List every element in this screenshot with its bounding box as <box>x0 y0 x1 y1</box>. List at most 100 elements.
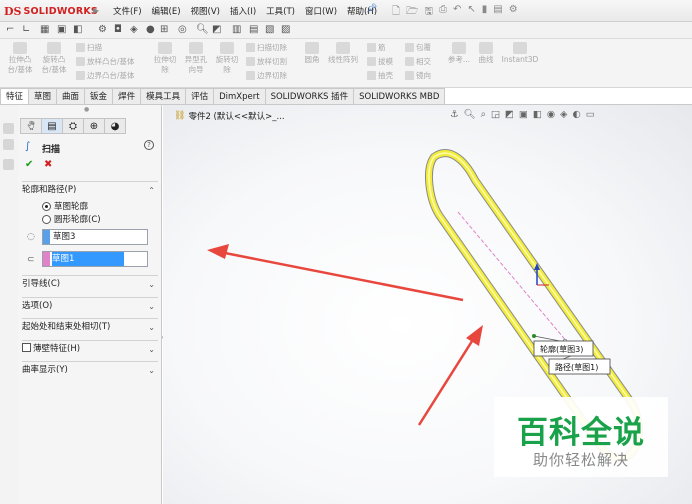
profile-callout[interactable]: 轮廓(草图3) <box>533 340 594 357</box>
radio-unchecked-icon[interactable] <box>42 214 51 224</box>
path-callout[interactable]: 路径(草图1) <box>548 358 611 375</box>
point-icon[interactable]: ● <box>146 24 155 35</box>
tab-mbd[interactable]: SOLIDWORKS MBD <box>354 88 446 105</box>
save-icon[interactable]: 🖫 <box>424 4 433 21</box>
options-gear-icon[interactable]: ⚙ <box>509 4 518 21</box>
revolve-cut-button[interactable]: 旋转切 除 <box>212 42 242 75</box>
display-style-icon[interactable]: ◧ <box>533 109 542 120</box>
previous-view-icon[interactable]: ◲ <box>491 109 500 120</box>
zoom-icon[interactable]: 🔍︎ <box>196 24 209 35</box>
ok-check-icon[interactable]: ✔ <box>25 159 33 170</box>
feature-tree-icon[interactable] <box>3 123 14 134</box>
boundary-cut-button[interactable]: 边界切除 <box>246 70 287 81</box>
pin-menu-icon[interactable]: 📌︎ <box>366 4 377 14</box>
profile-selection-box[interactable]: 草图3 <box>42 229 148 245</box>
sweep-boss-button[interactable]: 扫描 <box>76 42 102 53</box>
section-icon[interactable]: ◩ <box>212 24 221 35</box>
chevron-down-icon[interactable]: ⌄ <box>148 341 155 358</box>
radio-circular-profile[interactable]: 圆形轮廓(C) <box>42 213 101 225</box>
print-icon[interactable]: ⎙ <box>439 4 447 21</box>
chevron-down-icon[interactable]: ⌄ <box>148 298 155 315</box>
measure-icon[interactable]: ◎ <box>178 24 187 35</box>
menu-edit[interactable]: 编辑(E) <box>147 4 186 18</box>
cancel-x-icon[interactable]: ✖ <box>44 159 52 170</box>
axis-icon[interactable]: ⊞ <box>160 24 168 35</box>
section-profile-path[interactable]: 轮廓和路径(P) ⌃ <box>22 181 158 199</box>
sketch-icon[interactable]: ∟ <box>22 24 30 35</box>
reference-geometry-button[interactable]: 参考... <box>444 42 474 65</box>
zoom-area-icon[interactable]: ⌕ <box>481 109 486 120</box>
tab-sheet-metal[interactable]: 钣金 <box>85 88 114 105</box>
view-settings-icon[interactable]: ▭ <box>586 109 595 120</box>
zoom-to-fit-icon[interactable]: 🔍︎ <box>464 109 476 120</box>
help-icon[interactable]: ? <box>144 140 154 150</box>
shell-button[interactable]: 抽壳 <box>367 70 393 81</box>
instant3d-button[interactable]: Instant3D <box>500 42 540 65</box>
sketch-line-icon[interactable]: ⌐ <box>6 24 14 35</box>
rebuild-icon[interactable]: ▮ <box>482 4 488 21</box>
feature-manager-tab-icon[interactable]: 🖐︎ <box>20 118 42 134</box>
display-icon[interactable]: ▣ <box>57 24 66 35</box>
loft-boss-button[interactable]: 放样凸台/基体 <box>76 56 135 67</box>
plane-icon[interactable]: ◈ <box>130 24 138 35</box>
undo-icon[interactable]: ↶ <box>453 4 461 21</box>
wrap-button[interactable]: 包覆 <box>405 42 431 53</box>
new-document-icon[interactable]: 🗋 <box>392 4 400 21</box>
panel-grip-icon[interactable]: ● <box>84 106 89 113</box>
property-icon[interactable] <box>3 139 14 150</box>
boundary-boss-button[interactable]: 边界凸台/基体 <box>76 70 135 81</box>
chevron-down-icon[interactable]: ⌄ <box>148 276 155 293</box>
appearance-icon[interactable]: ◈ <box>560 109 567 120</box>
menu-file[interactable]: 文件(F) <box>108 4 147 18</box>
tab-mold-tools[interactable]: 模具工具 <box>141 88 187 105</box>
swept-cut-button[interactable]: 扫描切除 <box>246 42 287 53</box>
hole-wizard-button[interactable]: 异型孔 向导 <box>181 42 211 75</box>
drawing-icon[interactable]: ▤ <box>249 24 258 35</box>
menu-view[interactable]: 视图(V) <box>186 4 225 18</box>
anchor-icon[interactable]: ⚓︎ <box>450 109 459 120</box>
gear-settings-icon[interactable]: ⚙ <box>98 24 107 35</box>
chevron-down-icon[interactable]: ⌄ <box>148 362 155 379</box>
assembly-icon[interactable]: ▧ <box>265 24 274 35</box>
extrude-cut-button[interactable]: 拉伸切 除 <box>150 42 180 75</box>
file-properties-icon[interactable]: ▤ <box>493 4 502 21</box>
grid-icon[interactable]: ▦ <box>40 24 49 35</box>
tab-addins[interactable]: SOLIDWORKS 插件 <box>265 88 355 105</box>
select-icon[interactable]: ↖ <box>467 4 475 21</box>
draft-button[interactable]: 拔模 <box>367 56 393 67</box>
section-start-end-tangency[interactable]: 起始处和结束处相切(T) ⌄ <box>22 318 158 336</box>
breadcrumb[interactable]: ⛓ 零件2 (默认<<默认>_... <box>174 110 285 122</box>
radio-sketch-profile[interactable]: 草图轮廓 <box>42 200 88 212</box>
lofted-cut-button[interactable]: 放样切割 <box>246 56 287 67</box>
section-guide-curves[interactable]: 引导线(C) ⌄ <box>22 275 158 293</box>
settings-icon[interactable]: ▨ <box>281 24 290 35</box>
fillet-button[interactable]: 圆角 <box>300 42 324 65</box>
table-icon[interactable]: ▥ <box>232 24 241 35</box>
thin-feature-checkbox[interactable] <box>22 343 31 352</box>
section-curvature-display[interactable]: 曲率显示(Y) ⌄ <box>22 361 158 379</box>
path-selection-box[interactable]: 草图1 <box>42 251 148 267</box>
section-options[interactable]: 选项(O) ⌄ <box>22 297 158 315</box>
rib-button[interactable]: 筋 <box>367 42 386 53</box>
property-manager-tab-icon[interactable]: ▤ <box>41 118 63 134</box>
section-thin-feature[interactable]: 薄壁特征(H) ⌄ <box>22 340 158 358</box>
tool-icon[interactable] <box>3 159 14 170</box>
extrude-boss-button[interactable]: 拉伸凸 台/基体 <box>4 42 36 75</box>
dimxpert-manager-tab-icon[interactable]: ⊕ <box>83 118 105 134</box>
box-icon[interactable]: ◘ <box>114 24 122 35</box>
section-view-icon[interactable]: ◩ <box>505 109 514 120</box>
logo-menu-arrow-icon[interactable]: ▶ <box>93 6 99 15</box>
radio-checked-icon[interactable] <box>42 201 51 211</box>
menu-tools[interactable]: 工具(T) <box>261 4 300 18</box>
menu-insert[interactable]: 插入(I) <box>225 4 261 18</box>
view-orientation-icon[interactable]: ▣ <box>519 109 528 120</box>
linear-pattern-button[interactable]: 线性阵列 <box>325 42 361 65</box>
tab-weldments[interactable]: 焊件 <box>113 88 142 105</box>
hide-show-icon[interactable]: ◉ <box>547 109 555 120</box>
curves-button[interactable]: 曲线 <box>474 42 498 65</box>
chevron-down-icon[interactable]: ⌄ <box>148 319 155 336</box>
mirror-button[interactable]: 镜向 <box>405 70 431 81</box>
chevron-up-icon[interactable]: ⌃ <box>148 182 155 199</box>
scene-icon[interactable]: ◐ <box>572 109 580 120</box>
intersect-button[interactable]: 相交 <box>405 56 431 67</box>
